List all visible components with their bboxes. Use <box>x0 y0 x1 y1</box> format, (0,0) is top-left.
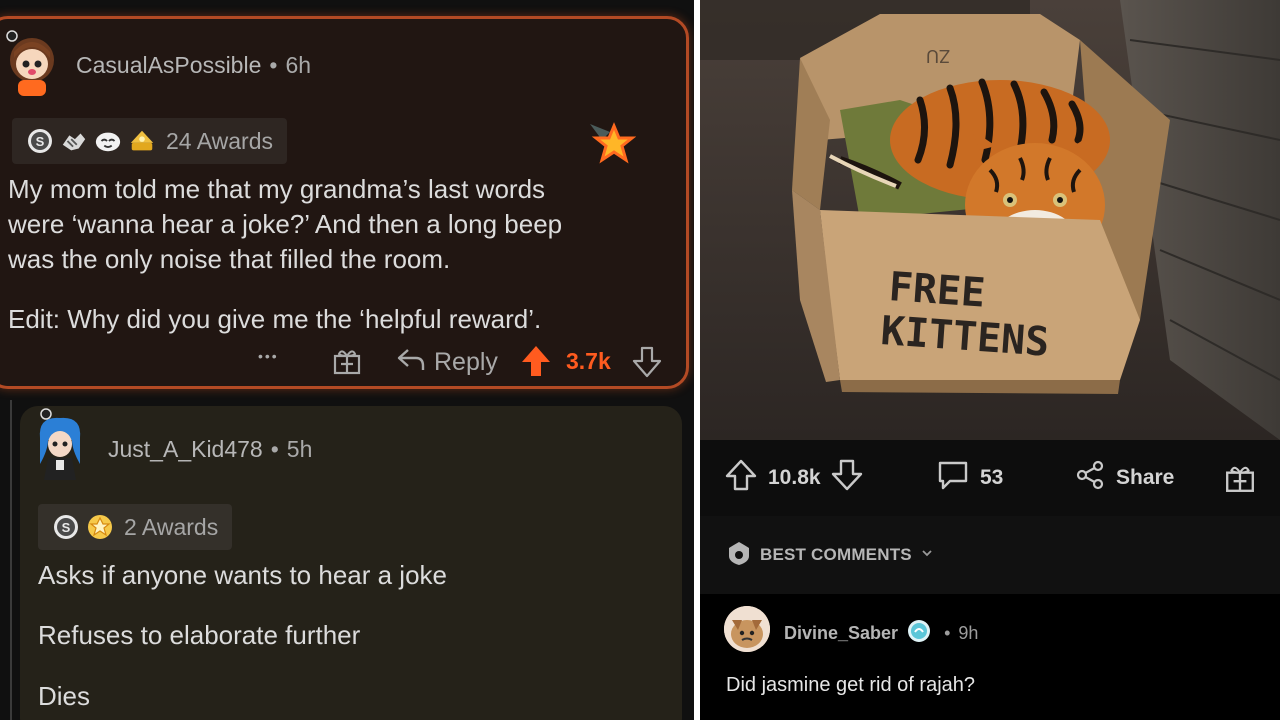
awards-pill[interactable]: S 24 Awards <box>12 118 287 164</box>
post-score: 10.8k <box>768 466 821 489</box>
right-post-screenshot: ZU FREE KITTENS 10.8k 53 Share BEST COMM… <box>700 0 1280 720</box>
separator: • <box>944 623 951 643</box>
comment-line: were ‘wanna hear a joke?’ And then a lon… <box>8 209 563 239</box>
comments-count: 53 <box>980 466 1004 489</box>
gift-icon[interactable] <box>1224 462 1256 494</box>
awards-pill[interactable]: S 2 Awards <box>38 504 233 550</box>
comment-age: 5h <box>286 436 313 462</box>
svg-text:S: S <box>36 134 45 149</box>
comment1-header: CasualAsPossible • 6h <box>76 52 311 79</box>
star-award-icon <box>86 513 114 541</box>
reply-line: Dies <box>38 681 91 711</box>
comment-sort-selector[interactable]: BEST COMMENTS <box>700 516 1280 594</box>
avatar[interactable] <box>724 606 770 652</box>
top-comment <box>700 594 1280 720</box>
top-comment-body: Did jasmine get rid of rajah? <box>726 674 976 696</box>
avatar[interactable] <box>4 30 60 96</box>
upvote-arrow-icon[interactable] <box>520 344 552 385</box>
post-action-bar: 10.8k 53 Share <box>700 440 1280 516</box>
comment2-header: Just_A_Kid478 • 5h <box>108 436 312 463</box>
silver-award-icon: S <box>26 127 54 155</box>
reply-label: Reply <box>434 348 498 376</box>
comment-line: My mom told me that my grandma’s last wo… <box>8 174 546 204</box>
reply-button[interactable]: Reply <box>396 346 498 379</box>
comment-age: 6h <box>285 52 312 78</box>
comment-age: 9h <box>958 623 979 643</box>
comment1-actions: ••• Reply 3.7k <box>258 344 668 384</box>
username[interactable]: CasualAsPossible <box>76 52 261 79</box>
separator: • <box>270 436 279 462</box>
box-marking: ZU <box>926 46 950 66</box>
awards-count: 24 Awards <box>166 127 273 154</box>
comments-button[interactable]: 53 <box>936 459 1003 497</box>
wholesome-award-icon <box>94 127 122 155</box>
handshake-award-icon <box>60 127 88 155</box>
left-comment-screenshot: CasualAsPossible • 6h S 24 Awards My mom… <box>0 0 694 720</box>
comment1-body: My mom told me that my grandma’s last wo… <box>8 172 668 277</box>
downvote-arrow-icon[interactable] <box>632 346 662 385</box>
awards-count: 2 Awards <box>124 513 219 540</box>
gold-award-icon <box>128 127 156 155</box>
username[interactable]: Just_A_Kid478 <box>108 436 263 463</box>
upvote-arrow-icon[interactable] <box>724 458 758 498</box>
separator: • <box>269 52 278 78</box>
comment-bubble-icon <box>936 459 970 497</box>
username[interactable]: Divine_Saber <box>784 623 898 644</box>
reply-line: Refuses to elaborate further <box>38 620 361 650</box>
silver-award-icon: S <box>52 513 80 541</box>
share-label: Share <box>1116 466 1175 489</box>
post-image[interactable]: ZU FREE KITTENS <box>700 0 1280 440</box>
share-button[interactable]: Share <box>1074 459 1174 497</box>
downvote-arrow-icon[interactable] <box>831 458 863 498</box>
more-options-button[interactable]: ••• <box>258 348 279 364</box>
svg-text:S: S <box>62 520 71 535</box>
chevron-down-icon <box>920 545 934 565</box>
star-award-icon <box>588 120 637 171</box>
comment1-edit: Edit: Why did you give me the ‘helpful r… <box>8 304 542 334</box>
post-vote-group: 10.8k <box>724 458 863 498</box>
top-comment-header: Divine_Saber • 9h <box>784 618 978 649</box>
thread-line[interactable] <box>10 400 12 720</box>
comment-line: was the only noise that filled the room. <box>8 244 451 274</box>
share-icon <box>1074 459 1106 497</box>
gift-icon[interactable] <box>332 346 362 383</box>
avatar[interactable] <box>34 408 86 482</box>
vote-score: 3.7k <box>566 348 611 374</box>
sort-label: BEST COMMENTS <box>760 545 912 564</box>
flair-icon <box>906 618 932 649</box>
mod-shield-icon <box>726 540 752 571</box>
reply-line: Asks if anyone wants to hear a joke <box>38 560 448 590</box>
reply-arrow-icon <box>396 346 426 379</box>
